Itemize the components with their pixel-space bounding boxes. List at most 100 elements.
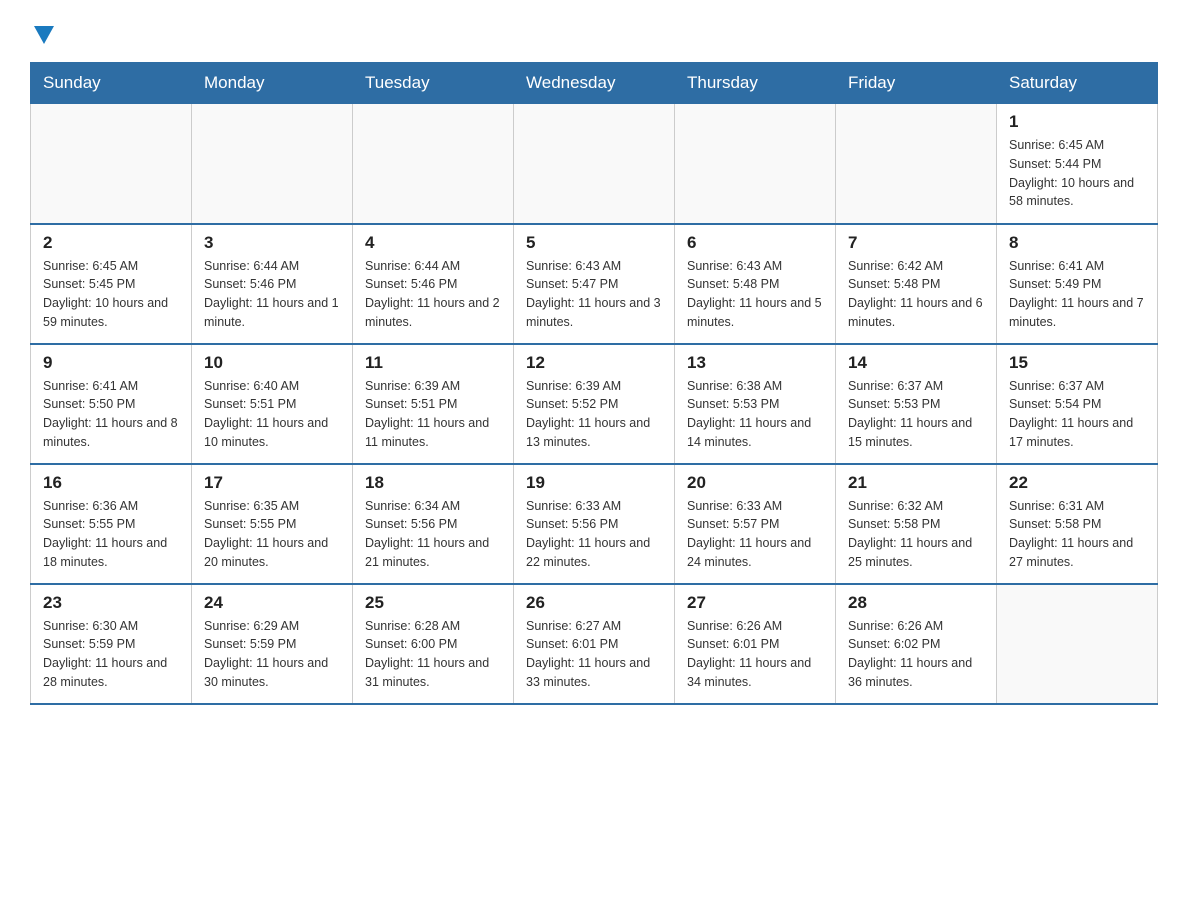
day-info: Sunrise: 6:43 AM Sunset: 5:47 PM Dayligh… <box>526 257 662 332</box>
calendar-cell: 14 Sunrise: 6:37 AM Sunset: 5:53 PM Dayli… <box>836 344 997 464</box>
day-header-thursday: Thursday <box>675 63 836 104</box>
day-header-sunday: Sunday <box>31 63 192 104</box>
day-info: Sunrise: 6:39 AM Sunset: 5:52 PM Dayligh… <box>526 377 662 452</box>
day-info: Sunrise: 6:32 AM Sunset: 5:58 PM Dayligh… <box>848 497 984 572</box>
day-info: Sunrise: 6:43 AM Sunset: 5:48 PM Dayligh… <box>687 257 823 332</box>
day-info: Sunrise: 6:40 AM Sunset: 5:51 PM Dayligh… <box>204 377 340 452</box>
day-number: 27 <box>687 593 823 613</box>
day-number: 11 <box>365 353 501 373</box>
day-number: 23 <box>43 593 179 613</box>
calendar-cell <box>31 104 192 224</box>
day-number: 7 <box>848 233 984 253</box>
day-number: 28 <box>848 593 984 613</box>
calendar-cell: 24Sunrise: 6:29 AM Sunset: 5:59 PM Dayli… <box>192 584 353 704</box>
day-info: Sunrise: 6:37 AM Sunset: 5:53 PM Dayligh… <box>848 377 984 452</box>
day-number: 19 <box>526 473 662 493</box>
calendar-cell <box>192 104 353 224</box>
day-info: Sunrise: 6:27 AM Sunset: 6:01 PM Dayligh… <box>526 617 662 692</box>
calendar-cell: 22 Sunrise: 6:31 AM Sunset: 5:58 PM Dayli… <box>997 464 1158 584</box>
day-number: 2 <box>43 233 179 253</box>
day-number: 1 <box>1009 112 1145 132</box>
day-header-monday: Monday <box>192 63 353 104</box>
logo <box>30 20 54 44</box>
calendar-cell: 10 Sunrise: 6:40 AM Sunset: 5:51 PM Dayli… <box>192 344 353 464</box>
calendar-cell: 11 Sunrise: 6:39 AM Sunset: 5:51 PM Dayli… <box>353 344 514 464</box>
day-number: 25 <box>365 593 501 613</box>
calendar-cell: 19 Sunrise: 6:33 AM Sunset: 5:56 PM Dayli… <box>514 464 675 584</box>
day-number: 20 <box>687 473 823 493</box>
calendar-cell: 16 Sunrise: 6:36 AM Sunset: 5:55 PM Dayli… <box>31 464 192 584</box>
calendar-cell <box>997 584 1158 704</box>
calendar-cell: 17Sunrise: 6:35 AM Sunset: 5:55 PM Dayli… <box>192 464 353 584</box>
calendar-week-row: 9 Sunrise: 6:41 AM Sunset: 5:50 PM Daylig… <box>31 344 1158 464</box>
day-header-tuesday: Tuesday <box>353 63 514 104</box>
day-number: 15 <box>1009 353 1145 373</box>
day-number: 26 <box>526 593 662 613</box>
day-info: Sunrise: 6:33 AM Sunset: 5:57 PM Dayligh… <box>687 497 823 572</box>
day-info: Sunrise: 6:45 AM Sunset: 5:44 PM Dayligh… <box>1009 136 1145 211</box>
day-info: Sunrise: 6:34 AM Sunset: 5:56 PM Dayligh… <box>365 497 501 572</box>
calendar-cell: 9 Sunrise: 6:41 AM Sunset: 5:50 PM Daylig… <box>31 344 192 464</box>
calendar-cell: 18 Sunrise: 6:34 AM Sunset: 5:56 PM Dayli… <box>353 464 514 584</box>
day-number: 14 <box>848 353 984 373</box>
calendar-cell <box>353 104 514 224</box>
calendar-cell: 23 Sunrise: 6:30 AM Sunset: 5:59 PM Dayli… <box>31 584 192 704</box>
day-number: 9 <box>43 353 179 373</box>
day-info: Sunrise: 6:44 AM Sunset: 5:46 PM Dayligh… <box>365 257 501 332</box>
calendar-cell: 1 Sunrise: 6:45 AM Sunset: 5:44 PM Daylig… <box>997 104 1158 224</box>
day-number: 16 <box>43 473 179 493</box>
day-info: Sunrise: 6:28 AM Sunset: 6:00 PM Dayligh… <box>365 617 501 692</box>
calendar-cell: 28Sunrise: 6:26 AM Sunset: 6:02 PM Dayli… <box>836 584 997 704</box>
calendar-cell: 21 Sunrise: 6:32 AM Sunset: 5:58 PM Dayli… <box>836 464 997 584</box>
day-info: Sunrise: 6:36 AM Sunset: 5:55 PM Dayligh… <box>43 497 179 572</box>
day-info: Sunrise: 6:37 AM Sunset: 5:54 PM Dayligh… <box>1009 377 1145 452</box>
day-number: 24 <box>204 593 340 613</box>
day-number: 5 <box>526 233 662 253</box>
calendar-cell: 8 Sunrise: 6:41 AM Sunset: 5:49 PM Daylig… <box>997 224 1158 344</box>
day-info: Sunrise: 6:26 AM Sunset: 6:01 PM Dayligh… <box>687 617 823 692</box>
calendar-table: SundayMondayTuesdayWednesdayThursdayFrid… <box>30 62 1158 705</box>
calendar-week-row: 2 Sunrise: 6:45 AM Sunset: 5:45 PM Daylig… <box>31 224 1158 344</box>
calendar-header-row: SundayMondayTuesdayWednesdayThursdayFrid… <box>31 63 1158 104</box>
page-header <box>30 20 1158 44</box>
day-number: 6 <box>687 233 823 253</box>
day-info: Sunrise: 6:42 AM Sunset: 5:48 PM Dayligh… <box>848 257 984 332</box>
calendar-cell <box>675 104 836 224</box>
day-number: 18 <box>365 473 501 493</box>
day-info: Sunrise: 6:44 AM Sunset: 5:46 PM Dayligh… <box>204 257 340 332</box>
calendar-cell: 25 Sunrise: 6:28 AM Sunset: 6:00 PM Dayli… <box>353 584 514 704</box>
day-header-wednesday: Wednesday <box>514 63 675 104</box>
calendar-cell: 5 Sunrise: 6:43 AM Sunset: 5:47 PM Daylig… <box>514 224 675 344</box>
calendar-cell <box>836 104 997 224</box>
calendar-cell: 3 Sunrise: 6:44 AM Sunset: 5:46 PM Daylig… <box>192 224 353 344</box>
day-info: Sunrise: 6:41 AM Sunset: 5:50 PM Dayligh… <box>43 377 179 452</box>
calendar-week-row: 16 Sunrise: 6:36 AM Sunset: 5:55 PM Dayli… <box>31 464 1158 584</box>
day-number: 8 <box>1009 233 1145 253</box>
calendar-week-row: 23 Sunrise: 6:30 AM Sunset: 5:59 PM Dayli… <box>31 584 1158 704</box>
day-info: Sunrise: 6:30 AM Sunset: 5:59 PM Dayligh… <box>43 617 179 692</box>
calendar-cell: 15 Sunrise: 6:37 AM Sunset: 5:54 PM Dayli… <box>997 344 1158 464</box>
calendar-cell: 27 Sunrise: 6:26 AM Sunset: 6:01 PM Dayli… <box>675 584 836 704</box>
day-header-friday: Friday <box>836 63 997 104</box>
calendar-cell: 7 Sunrise: 6:42 AM Sunset: 5:48 PM Daylig… <box>836 224 997 344</box>
calendar-cell: 2 Sunrise: 6:45 AM Sunset: 5:45 PM Daylig… <box>31 224 192 344</box>
logo-triangle-icon <box>34 26 54 44</box>
calendar-cell: 20 Sunrise: 6:33 AM Sunset: 5:57 PM Dayli… <box>675 464 836 584</box>
day-number: 21 <box>848 473 984 493</box>
day-info: Sunrise: 6:45 AM Sunset: 5:45 PM Dayligh… <box>43 257 179 332</box>
day-info: Sunrise: 6:39 AM Sunset: 5:51 PM Dayligh… <box>365 377 501 452</box>
calendar-cell: 12 Sunrise: 6:39 AM Sunset: 5:52 PM Dayli… <box>514 344 675 464</box>
day-number: 3 <box>204 233 340 253</box>
calendar-week-row: 1 Sunrise: 6:45 AM Sunset: 5:44 PM Daylig… <box>31 104 1158 224</box>
calendar-cell: 4 Sunrise: 6:44 AM Sunset: 5:46 PM Daylig… <box>353 224 514 344</box>
calendar-cell: 13Sunrise: 6:38 AM Sunset: 5:53 PM Dayli… <box>675 344 836 464</box>
calendar-cell: 6 Sunrise: 6:43 AM Sunset: 5:48 PM Daylig… <box>675 224 836 344</box>
day-number: 13 <box>687 353 823 373</box>
day-number: 22 <box>1009 473 1145 493</box>
day-number: 4 <box>365 233 501 253</box>
day-number: 12 <box>526 353 662 373</box>
day-info: Sunrise: 6:41 AM Sunset: 5:49 PM Dayligh… <box>1009 257 1145 332</box>
day-info: Sunrise: 6:31 AM Sunset: 5:58 PM Dayligh… <box>1009 497 1145 572</box>
day-info: Sunrise: 6:33 AM Sunset: 5:56 PM Dayligh… <box>526 497 662 572</box>
day-number: 10 <box>204 353 340 373</box>
